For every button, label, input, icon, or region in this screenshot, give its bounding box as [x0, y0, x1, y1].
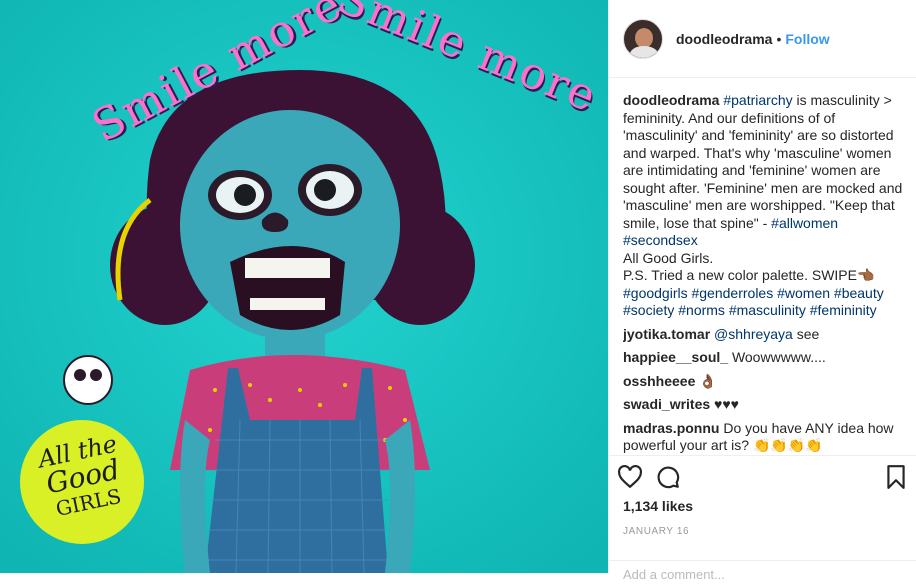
post-image[interactable]: Smile more Smile more All the Good GIRLS — [0, 0, 608, 573]
caption-username[interactable]: doodleodrama — [623, 92, 719, 108]
comment-text: 👌🏾 — [699, 372, 717, 389]
add-comment-field[interactable]: Add a comment... — [609, 560, 916, 588]
bookmark-icon[interactable] — [883, 464, 909, 490]
likes-count[interactable]: 1,134 likes — [623, 498, 693, 514]
caption-text: is masculinity > femininity. And our def… — [623, 92, 903, 231]
comment-username[interactable]: jyotika.tomar — [623, 326, 710, 342]
avatar-face — [635, 27, 653, 48]
caption: doodleodrama #patriarchy is masculinity … — [623, 92, 913, 320]
action-icons — [609, 456, 916, 500]
comment-username[interactable]: happiee__soul_ — [623, 349, 728, 365]
post-sidebar: doodleodrama • Follow doodleodrama #patr… — [608, 0, 916, 582]
hashtag[interactable]: #allwomen — [771, 215, 838, 231]
comment-username[interactable]: swadi_writes — [623, 396, 710, 412]
caption-line: P.S. Tried a new color palette. SWIPE👈🏾 — [623, 267, 875, 283]
action-bar — [609, 455, 916, 500]
comments-list[interactable]: doodleodrama #patriarchy is masculinity … — [623, 92, 913, 454]
instagram-post: Smile more Smile more All the Good GIRLS… — [0, 0, 916, 582]
hashtags-line[interactable]: #society #norms #masculinity #femininity — [623, 302, 877, 318]
hashtag[interactable]: #patriarchy — [723, 92, 792, 108]
follow-button[interactable]: Follow — [785, 31, 829, 47]
comment-text: ♥♥♥ — [714, 396, 739, 412]
separator-dot: • — [776, 30, 782, 47]
avatar[interactable] — [623, 18, 663, 59]
comment-text: see — [792, 325, 820, 342]
post-date[interactable]: JANUARY 16 — [623, 526, 689, 537]
caption-line: All Good Girls. — [623, 249, 714, 266]
comment: swadi_writes ♥♥♥ — [623, 396, 913, 414]
hashtags-line[interactable]: #goodgirls #genderroles #women #beauty — [623, 285, 884, 301]
post-header: doodleodrama • Follow — [609, 0, 916, 78]
comment-username[interactable]: osshheeee — [623, 373, 695, 389]
comment-username[interactable]: madras.ponnu — [623, 420, 719, 436]
heart-icon[interactable] — [617, 464, 643, 490]
avatar-shirt — [630, 45, 658, 58]
comment: osshheeee 👌🏾 — [623, 373, 913, 391]
comment-icon[interactable] — [655, 464, 681, 490]
hashtag[interactable]: #secondsex — [623, 232, 698, 248]
comment: jyotika.tomar @shhreyaya see — [623, 326, 913, 344]
author-username[interactable]: doodleodrama — [676, 31, 772, 47]
comment: happiee__soul_ Woowwwww.... — [623, 349, 913, 367]
comment: madras.ponnu Do you have ANY idea how po… — [623, 420, 913, 455]
mention[interactable]: @shhreyaya — [714, 326, 793, 342]
comment-text: Woowwwww.... — [731, 349, 826, 365]
